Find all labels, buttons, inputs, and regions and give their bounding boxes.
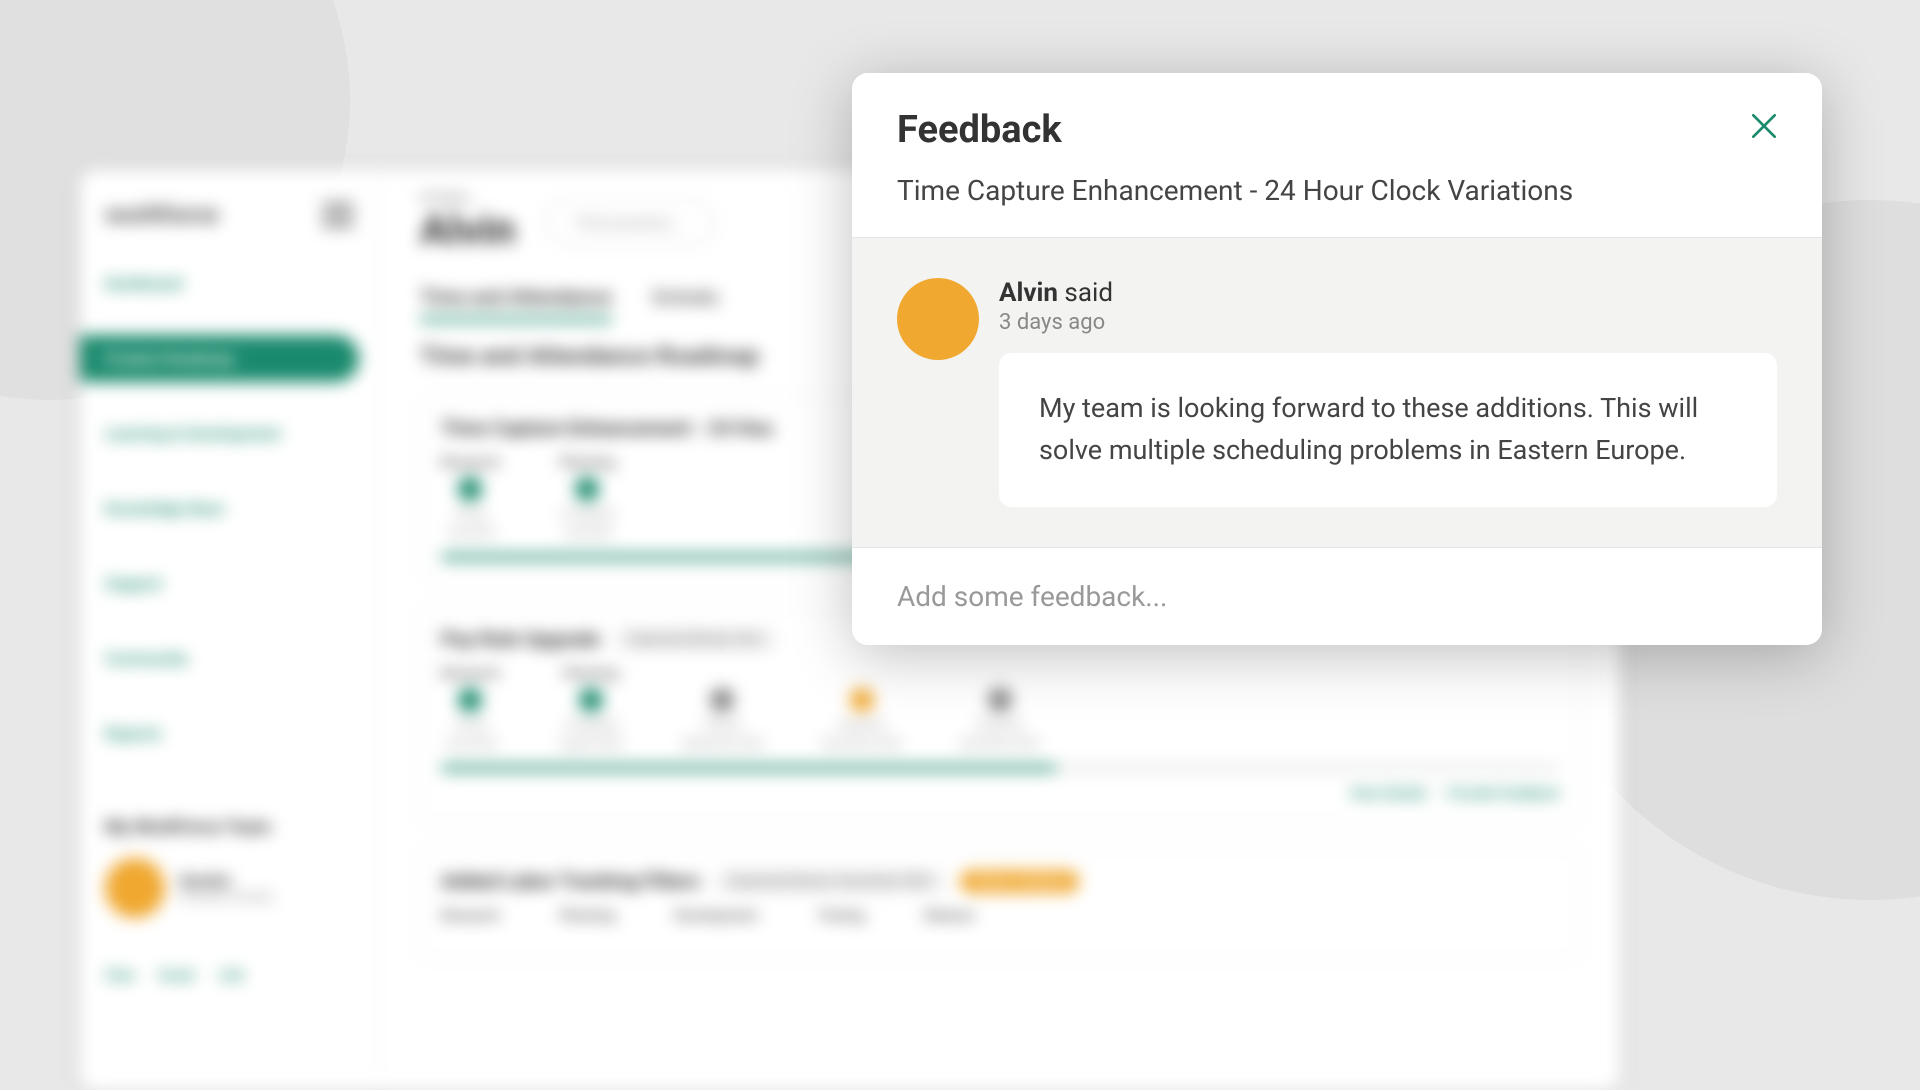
delivery-badge: Expected Delivery: December 2024 — [715, 870, 945, 893]
stage-planning: Planning Completed July 2024 — [560, 455, 615, 539]
sidebar-item-reports[interactable]: Reports — [80, 710, 379, 757]
team-section: My WorkForce Team Kendra Primary Contact… — [80, 797, 379, 1004]
tab-scheduling[interactable]: Schedu — [652, 285, 719, 322]
sidebar: workforce Dashboard Product Roadmap Lear… — [80, 170, 380, 1090]
sidebar-item-dashboard[interactable]: Dashboard — [80, 260, 379, 307]
modal-title: Feedback — [897, 108, 1777, 152]
stage-research: Research — [441, 908, 500, 924]
card-title: Pay Rule Upgrade — [441, 627, 600, 651]
progress-bar — [441, 765, 1559, 771]
contact-email[interactable]: Email — [159, 968, 194, 984]
status-badge: Status: Delayed — [960, 870, 1079, 893]
sidebar-item-support[interactable]: Support — [80, 560, 379, 607]
card-title: Added Labor Tracking Filters — [441, 869, 700, 893]
tab-time-attendance[interactable]: Time and Attendance — [420, 285, 612, 322]
close-button[interactable] — [1746, 108, 1782, 144]
delivery-badge: Expected Delivery: Nov — [615, 628, 776, 651]
provide-feedback-link[interactable]: Provide Feedback — [1447, 786, 1559, 802]
team-header: My WorkForce Team — [105, 817, 354, 838]
stage-planning: Planning Completed August 2024 — [560, 666, 622, 750]
contact-chat[interactable]: Chat — [105, 968, 134, 984]
comment-body: My team is looking forward to these addi… — [999, 353, 1777, 507]
stage-dot-icon — [850, 688, 874, 712]
stage-started: Started September 2024 — [682, 666, 763, 750]
modal-subtitle: Time Capture Enhancement - 24 Hour Clock… — [897, 174, 1777, 207]
stage-dot-icon — [458, 477, 482, 501]
stage-planning: Planning — [560, 908, 615, 924]
feedback-input[interactable] — [897, 580, 1777, 613]
card-title: Time Capture Enhancement - 24 Hou — [441, 416, 773, 440]
modal-footer — [852, 547, 1822, 645]
stage-release: Release — [924, 908, 974, 924]
comment-said-label: said — [1058, 278, 1113, 308]
sidebar-item-knowledge-base[interactable]: Knowledge Base — [80, 485, 379, 532]
comment: Alvin said 3 days ago My team is looking… — [897, 278, 1777, 507]
stage-dot-icon — [575, 477, 599, 501]
search-input[interactable]: Find answers... — [545, 200, 714, 245]
avatar — [897, 278, 979, 360]
sidebar-item-community[interactable]: Community — [80, 635, 379, 682]
stage-expected-1: Expected November 2024 — [823, 666, 901, 750]
hamburger-menu-icon[interactable] — [322, 203, 354, 227]
contact-call[interactable]: Call — [219, 968, 243, 984]
stage-dot-icon — [579, 688, 603, 712]
sidebar-item-product-roadmap[interactable]: Product Roadmap — [80, 335, 359, 382]
team-member: Kendra Primary Contact — [105, 858, 354, 918]
stage-dot-icon — [710, 688, 734, 712]
stage-expected-2: Expected November 2024 — [961, 666, 1039, 750]
comment-timestamp: 3 days ago — [999, 310, 1777, 335]
stage-dot-icon — [988, 688, 1012, 712]
stage-testing: Testing — [818, 908, 865, 924]
member-role: Primary Contact — [180, 890, 274, 905]
sidebar-item-learning[interactable]: Learning & Development — [80, 410, 379, 457]
roadmap-card-3: Added Labor Tracking Filters Expected De… — [420, 848, 1580, 960]
modal-body: Alvin said 3 days ago My team is looking… — [852, 238, 1822, 547]
feedback-modal: Feedback Time Capture Enhancement - 24 H… — [852, 73, 1822, 645]
greeting-label: Hi there, — [420, 190, 515, 206]
comment-author-line: Alvin said — [999, 278, 1777, 308]
stage-development: Development — [675, 908, 758, 924]
stage-dot-icon — [458, 688, 482, 712]
view-details-link[interactable]: View Details — [1350, 786, 1427, 802]
modal-header: Feedback Time Capture Enhancement - 24 H… — [852, 73, 1822, 238]
greeting-name: Alvin — [420, 206, 515, 255]
avatar — [105, 858, 165, 918]
stage-research: Research Actual June 2024 — [441, 666, 500, 750]
member-name: Kendra — [180, 871, 274, 890]
app-logo: workforce — [105, 200, 218, 230]
comment-author: Alvin — [999, 278, 1058, 308]
close-icon — [1748, 110, 1780, 142]
stage-research: Research Actual July 2024 — [441, 455, 500, 539]
